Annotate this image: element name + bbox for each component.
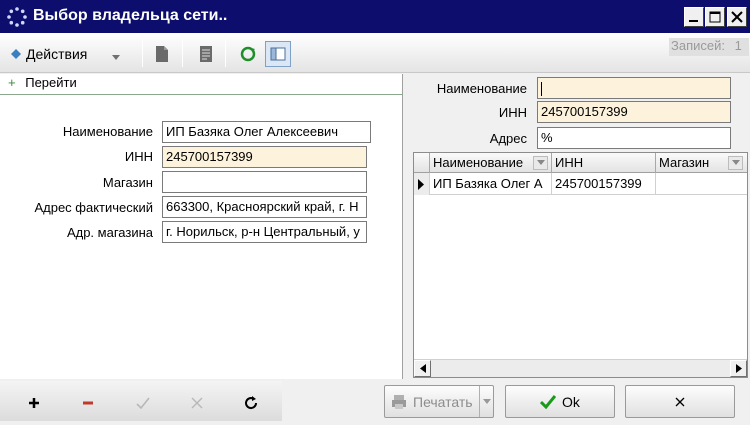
dialog-window: Выбор владельца сети.. Действия Записей:… — [0, 0, 750, 425]
refresh-icon — [245, 396, 258, 410]
minus-icon — [83, 401, 93, 405]
column-header-shop[interactable]: Магазин — [656, 153, 747, 173]
shop-address-label: Адр. магазина — [66, 225, 153, 240]
cell-inn[interactable]: 245700157399 — [552, 173, 656, 195]
actions-menu-button[interactable]: Действия — [10, 41, 138, 67]
print-icon — [392, 394, 406, 409]
app-spinner-icon — [7, 7, 27, 27]
close-icon — [731, 11, 743, 23]
shop-address-field[interactable]: г. Норильск, р-н Центральный, у — [162, 221, 367, 243]
close-icon — [675, 397, 685, 406]
panel-layout-icon — [270, 47, 286, 61]
toolbar: Действия Записей: 1 — [0, 33, 750, 73]
inn-field[interactable]: 245700157399 — [162, 146, 367, 168]
ok-label: Ok — [562, 393, 580, 410]
cancel-button[interactable] — [625, 385, 735, 418]
horizontal-scrollbar[interactable] — [414, 359, 747, 377]
row-indicator-header — [414, 153, 430, 173]
name-field[interactable]: ИП Базяка Олег Алексеевич — [162, 121, 371, 143]
refresh-icon — [240, 46, 256, 62]
title-bar: Выбор владельца сети.. — [0, 0, 750, 33]
chevron-down-icon — [482, 398, 491, 404]
column-header-name[interactable]: Наименование — [430, 153, 552, 173]
close-window-button[interactable] — [727, 7, 747, 27]
record-nav-bar — [0, 381, 282, 421]
print-button[interactable]: Печатать — [384, 385, 494, 418]
maximize-icon — [709, 11, 721, 23]
check-icon — [136, 397, 150, 409]
toolbar-separator — [142, 39, 143, 67]
column-filter-icon[interactable] — [728, 156, 743, 170]
actual-address-field[interactable]: 663300, Красноярский край, г. Н — [162, 196, 367, 218]
scroll-right-button[interactable] — [730, 360, 747, 377]
check-icon — [540, 394, 557, 409]
window-title: Выбор владельца сети.. — [33, 7, 228, 24]
arrow-right-icon — [735, 364, 742, 373]
details-panel: + Перейти Наименование ИП Базяка Олег Ал… — [0, 74, 403, 379]
report-button[interactable] — [194, 42, 218, 66]
cell-name[interactable]: ИП Базяка Олег А — [430, 173, 552, 195]
results-grid: Наименование ИНН Магазин ИП Базяка Олег … — [413, 152, 748, 378]
refresh-button[interactable] — [236, 42, 260, 66]
grid-header: Наименование ИНН Магазин — [414, 153, 747, 173]
minimize-icon — [689, 20, 698, 22]
plus-icon: + — [8, 75, 16, 90]
row-pointer-icon — [414, 173, 430, 195]
filter-inn-label: ИНН — [498, 105, 527, 120]
records-counter: Записей: 1 — [669, 38, 749, 56]
chevron-down-icon — [112, 55, 121, 60]
actions-diamond-icon — [11, 49, 21, 59]
goto-label: Перейти — [25, 75, 77, 90]
add-record-button[interactable] — [24, 393, 44, 413]
cross-icon — [191, 397, 203, 409]
plus-icon — [29, 398, 39, 408]
cancel-record-button[interactable] — [187, 393, 207, 413]
table-row[interactable]: ИП Базяка Олег А 245700157399 — [414, 173, 747, 195]
scroll-left-button[interactable] — [414, 360, 431, 377]
column-filter-icon[interactable] — [533, 156, 548, 170]
maximize-button[interactable] — [705, 7, 725, 27]
minimize-button[interactable] — [684, 7, 704, 27]
confirm-record-button[interactable] — [133, 393, 153, 413]
delete-record-button[interactable] — [78, 393, 98, 413]
column-header-inn[interactable]: ИНН — [552, 153, 656, 173]
print-dropdown[interactable] — [479, 386, 493, 417]
arrow-left-icon — [419, 364, 426, 373]
refresh-record-button[interactable] — [241, 393, 261, 413]
name-label: Наименование — [62, 124, 153, 139]
new-document-button[interactable] — [150, 42, 174, 66]
cell-shop[interactable] — [656, 173, 747, 195]
filter-address-input[interactable]: % — [537, 127, 731, 149]
ok-button[interactable]: Ok — [505, 385, 615, 418]
inn-label: ИНН — [124, 149, 153, 164]
divider — [0, 94, 403, 95]
actions-label: Действия — [26, 46, 88, 62]
goto-link[interactable]: + Перейти — [8, 75, 77, 93]
filter-address-label: Адрес — [489, 131, 527, 146]
panel-layout-toggle[interactable] — [265, 41, 291, 67]
records-label: Записей: — [671, 38, 725, 53]
document-icon — [156, 46, 168, 62]
search-panel: Наименование ИНН 245700157399 Адрес % На… — [410, 74, 750, 379]
toolbar-separator — [182, 39, 183, 67]
bottom-bar: Печатать Ok — [0, 379, 750, 425]
report-icon — [200, 46, 212, 62]
toolbar-separator — [225, 39, 226, 67]
print-label: Печатать — [413, 393, 473, 410]
actual-address-label: Адрес фактический — [34, 200, 153, 215]
filter-inn-input[interactable]: 245700157399 — [537, 101, 731, 123]
shop-label: Магазин — [102, 175, 153, 190]
filter-name-input[interactable] — [537, 77, 731, 99]
filter-name-label: Наименование — [436, 81, 527, 96]
shop-field[interactable] — [162, 171, 367, 193]
records-count: 1 — [734, 38, 742, 53]
